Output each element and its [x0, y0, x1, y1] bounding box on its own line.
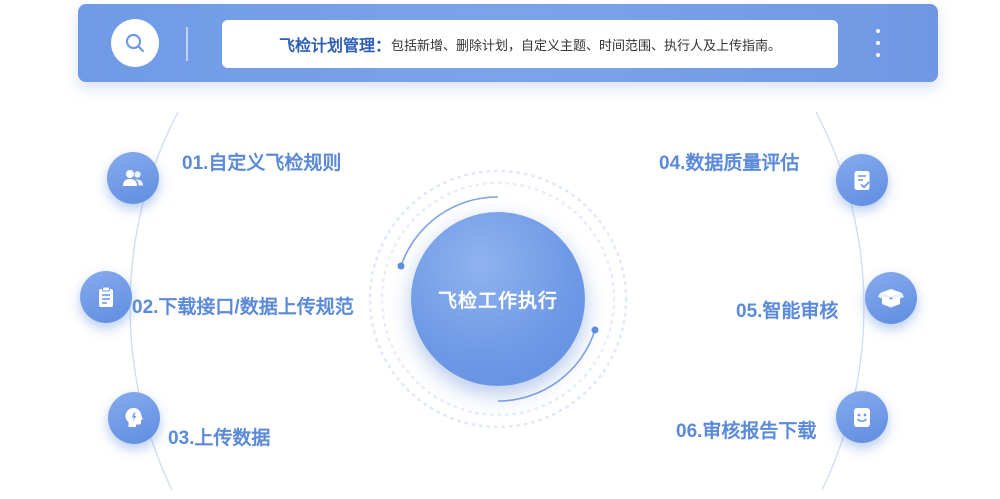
- step-3-node[interactable]: [108, 392, 160, 444]
- step-5-node[interactable]: [865, 272, 917, 324]
- checklist-icon: [854, 171, 870, 190]
- box-icon: [878, 289, 904, 308]
- step-4-node[interactable]: [836, 154, 888, 206]
- head-idea-icon: [125, 408, 143, 427]
- report-icon: [854, 408, 870, 427]
- users-icon: [123, 170, 143, 186]
- step-3-label[interactable]: 03.上传数据: [168, 427, 270, 451]
- step-4-label[interactable]: 04.数据质量评估: [659, 152, 799, 176]
- page: 飞检计划管理 ： 包括新增、删除计划，自定义主题、时间范围、执行人及上传指南。 …: [0, 0, 1000, 499]
- step-1-label[interactable]: 01.自定义飞检规则: [182, 152, 341, 176]
- step-1-node[interactable]: [107, 152, 159, 204]
- center-hub[interactable]: 飞检工作执行: [411, 212, 585, 386]
- center-arc-dot-right: [591, 326, 599, 334]
- step-5-label[interactable]: 05.智能审核: [736, 300, 838, 324]
- step-6-label[interactable]: 06.审核报告下载: [676, 420, 816, 444]
- step-2-label[interactable]: 02.下载接口/数据上传规范: [132, 296, 354, 320]
- center-arc-dot-left: [397, 262, 405, 270]
- step-2-node[interactable]: [80, 271, 132, 323]
- step-6-node[interactable]: [836, 391, 888, 443]
- clipboard-icon: [99, 286, 113, 307]
- center-hub-label: 飞检工作执行: [437, 290, 558, 312]
